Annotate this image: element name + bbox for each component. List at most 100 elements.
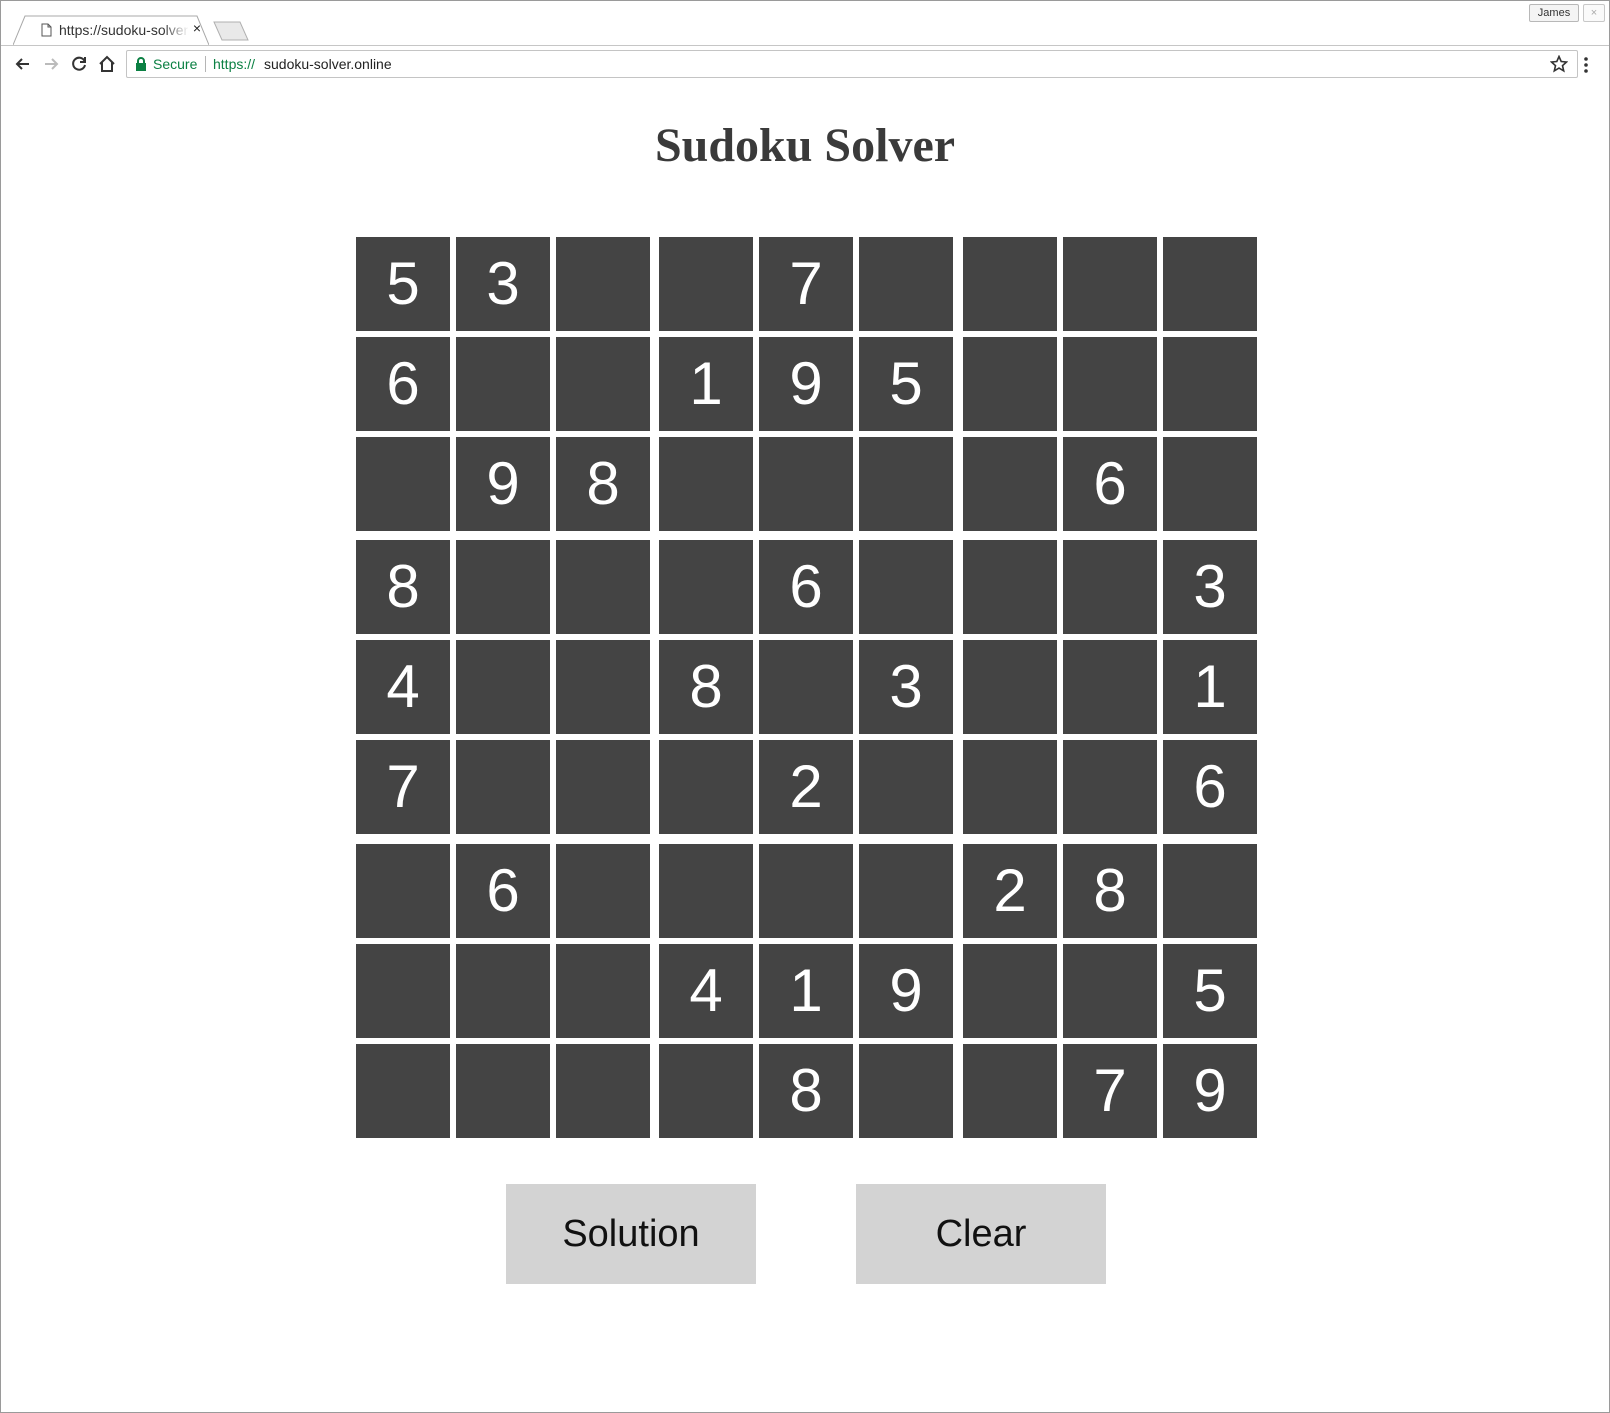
sudoku-cell[interactable]: 5	[356, 237, 450, 331]
browser-tab[interactable]: https://sudoku-solver.online ×	[13, 15, 209, 45]
sudoku-cell[interactable]: 6	[759, 540, 853, 634]
sudoku-cell[interactable]	[659, 844, 753, 938]
sudoku-cell[interactable]	[556, 740, 650, 834]
sudoku-cell[interactable]: 3	[456, 237, 550, 331]
sudoku-cell[interactable]	[456, 944, 550, 1038]
sudoku-cell[interactable]: 5	[1163, 944, 1257, 1038]
sudoku-cell[interactable]: 4	[356, 640, 450, 734]
sudoku-cell[interactable]	[456, 740, 550, 834]
sudoku-cell[interactable]	[1063, 337, 1157, 431]
sudoku-cell[interactable]	[1063, 237, 1157, 331]
sudoku-cell[interactable]	[963, 740, 1057, 834]
sudoku-cell[interactable]	[963, 1044, 1057, 1138]
sudoku-cell[interactable]	[963, 337, 1057, 431]
sudoku-cell[interactable]	[556, 540, 650, 634]
sudoku-cell[interactable]	[556, 1044, 650, 1138]
sudoku-cell[interactable]	[1063, 540, 1157, 634]
solution-button[interactable]: Solution	[506, 1184, 756, 1284]
browser-window: https://sudoku-solver.online × James ×	[0, 0, 1610, 1413]
reload-icon[interactable]	[69, 54, 89, 74]
sudoku-cell[interactable]	[963, 437, 1057, 531]
home-icon[interactable]	[97, 54, 117, 74]
sudoku-cell[interactable]	[356, 1044, 450, 1138]
sudoku-cell[interactable]	[759, 640, 853, 734]
sudoku-cell[interactable]: 7	[356, 740, 450, 834]
tab-strip: https://sudoku-solver.online × James ×	[1, 1, 1609, 45]
sudoku-cell[interactable]	[356, 944, 450, 1038]
new-tab-button[interactable]	[213, 21, 249, 41]
sudoku-cell[interactable]	[556, 337, 650, 431]
sudoku-cell[interactable]	[1163, 844, 1257, 938]
sudoku-cell[interactable]	[859, 437, 953, 531]
sudoku-cell[interactable]	[556, 237, 650, 331]
clear-button[interactable]: Clear	[856, 1184, 1106, 1284]
sudoku-cell[interactable]: 1	[1163, 640, 1257, 734]
sudoku-cell[interactable]: 7	[759, 237, 853, 331]
star-icon[interactable]	[1549, 54, 1569, 73]
sudoku-cell[interactable]	[1063, 740, 1157, 834]
window-close-icon[interactable]: ×	[1583, 4, 1605, 22]
kebab-menu-icon[interactable]	[1583, 56, 1589, 74]
sudoku-cell[interactable]	[556, 844, 650, 938]
sudoku-cell[interactable]	[859, 237, 953, 331]
sudoku-cell[interactable]	[556, 944, 650, 1038]
sudoku-cell[interactable]: 8	[556, 437, 650, 531]
sudoku-cell[interactable]	[556, 640, 650, 734]
sudoku-cell[interactable]	[963, 944, 1057, 1038]
sudoku-cell[interactable]	[1163, 437, 1257, 531]
sudoku-cell[interactable]	[356, 437, 450, 531]
sudoku-cell[interactable]	[456, 1044, 550, 1138]
sudoku-cell[interactable]: 6	[356, 337, 450, 431]
sudoku-cell[interactable]: 9	[859, 944, 953, 1038]
back-arrow-icon[interactable]	[13, 54, 33, 74]
sudoku-cell[interactable]: 9	[1163, 1044, 1257, 1138]
sudoku-cell[interactable]	[456, 540, 550, 634]
sudoku-cell[interactable]	[659, 1044, 753, 1138]
sudoku-cell[interactable]: 6	[1163, 740, 1257, 834]
sudoku-cell[interactable]	[1163, 337, 1257, 431]
sudoku-cell[interactable]	[456, 640, 550, 734]
sudoku-cell[interactable]	[963, 540, 1057, 634]
sudoku-cell[interactable]: 1	[659, 337, 753, 431]
sudoku-cell[interactable]	[963, 640, 1057, 734]
sudoku-cell[interactable]	[759, 844, 853, 938]
sudoku-cell[interactable]: 9	[456, 437, 550, 531]
sudoku-cell[interactable]: 4	[659, 944, 753, 1038]
sudoku-cell[interactable]: 6	[456, 844, 550, 938]
sudoku-cell[interactable]: 3	[1163, 540, 1257, 634]
sudoku-cell[interactable]: 2	[759, 740, 853, 834]
sudoku-cell[interactable]	[1163, 237, 1257, 331]
sudoku-cell[interactable]	[859, 740, 953, 834]
sudoku-cell[interactable]	[659, 237, 753, 331]
sudoku-cell[interactable]: 8	[659, 640, 753, 734]
sudoku-cell[interactable]: 6	[1063, 437, 1157, 531]
forward-arrow-icon[interactable]	[41, 54, 61, 74]
sudoku-cell[interactable]: 8	[1063, 844, 1157, 938]
address-bar[interactable]: Secure https:// sudoku-solver.online	[126, 50, 1578, 78]
sudoku-cell[interactable]	[859, 1044, 953, 1138]
tab-close-icon[interactable]: ×	[189, 20, 205, 36]
sudoku-cell[interactable]	[1063, 944, 1157, 1038]
lock-icon	[135, 57, 147, 71]
sudoku-cell[interactable]: 1	[759, 944, 853, 1038]
sudoku-cell[interactable]: 8	[759, 1044, 853, 1138]
sudoku-cell[interactable]: 5	[859, 337, 953, 431]
sudoku-cell[interactable]	[659, 740, 753, 834]
sudoku-cell[interactable]	[456, 337, 550, 431]
sudoku-cell[interactable]: 9	[759, 337, 853, 431]
sudoku-cell[interactable]: 7	[1063, 1044, 1157, 1138]
sudoku-cell[interactable]	[1063, 640, 1157, 734]
address-separator	[205, 56, 206, 72]
sudoku-cell[interactable]: 8	[356, 540, 450, 634]
sudoku-cell[interactable]	[963, 237, 1057, 331]
sudoku-cell[interactable]: 2	[963, 844, 1057, 938]
sudoku-cell[interactable]: 3	[859, 640, 953, 734]
page-icon	[39, 23, 53, 37]
profile-button[interactable]: James	[1529, 4, 1579, 22]
sudoku-cell[interactable]	[759, 437, 853, 531]
sudoku-cell[interactable]	[659, 540, 753, 634]
sudoku-cell[interactable]	[356, 844, 450, 938]
sudoku-cell[interactable]	[859, 540, 953, 634]
sudoku-cell[interactable]	[859, 844, 953, 938]
sudoku-cell[interactable]	[659, 437, 753, 531]
